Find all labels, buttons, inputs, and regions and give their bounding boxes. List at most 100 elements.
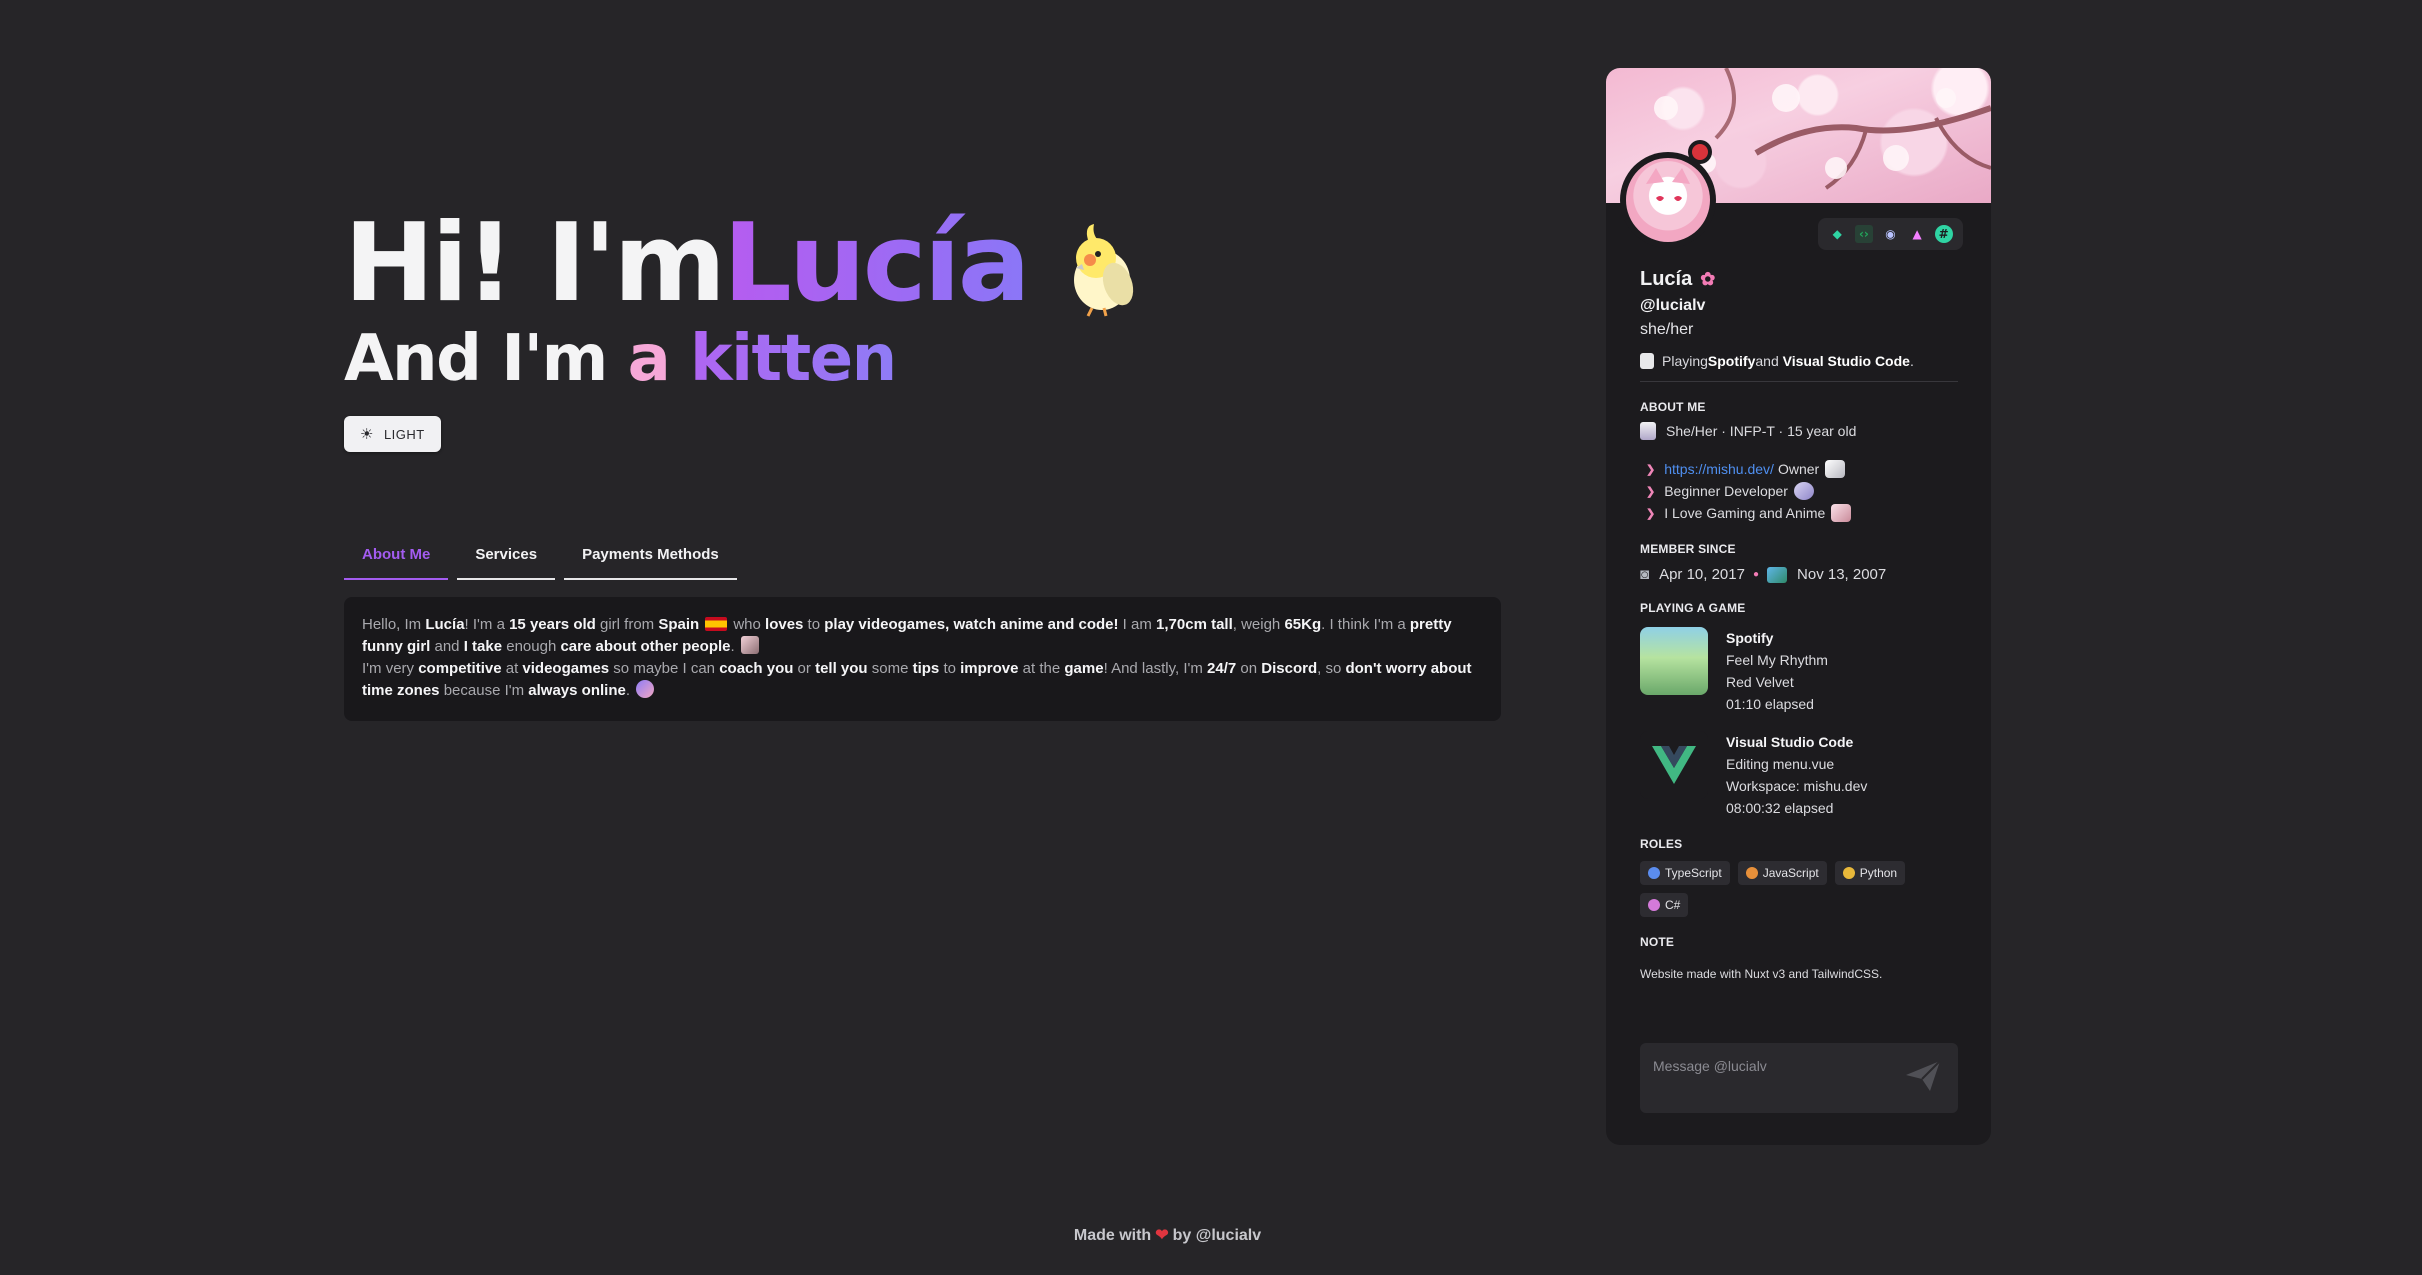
activity-spotify: Spotify Feel My Rhythm Red Velvet 01:10 … <box>1640 627 1958 715</box>
activity-text: . <box>1909 353 1914 369</box>
theme-toggle-button[interactable]: ☀ LIGHT <box>344 416 441 452</box>
activity-state: Red Velvet <box>1726 674 1794 690</box>
about-me-panel: Hello, Im Lucía! I'm a 15 years old girl… <box>344 597 1501 721</box>
about-text: , so <box>1317 660 1346 677</box>
about-text: enough <box>502 638 561 655</box>
about-line: She/Her · INFP-T · 15 year old <box>1640 422 1958 440</box>
chevron-right-icon: ❯ <box>1646 485 1656 498</box>
discord-logo-icon: ◙ <box>1640 566 1650 583</box>
avatar[interactable] <box>1620 152 1716 248</box>
activity-details: Visual Studio Code Editing menu.vue Work… <box>1726 731 1867 819</box>
about-text: 65Kg <box>1284 616 1322 633</box>
role-typescript: TypeScript <box>1640 861 1730 885</box>
about-text: play videogames, watch anime and code! <box>824 616 1119 633</box>
about-text: tell you <box>815 660 868 677</box>
about-text: game <box>1064 660 1104 677</box>
role-color-dot <box>1648 899 1660 911</box>
footer-author-link[interactable]: by @lucialv <box>1173 1227 1262 1244</box>
hero-subtitle: And I'm a kitten <box>344 323 1544 395</box>
note-title: NOTE <box>1640 935 1675 949</box>
nitro-icon[interactable]: ◉ <box>1881 225 1899 243</box>
about-text: I am <box>1118 616 1157 633</box>
message-placeholder: Message @lucialv <box>1653 1058 1767 1074</box>
laptop-cat-emoji-icon <box>1793 482 1814 500</box>
hypesquad-icon[interactable]: ◆ <box>1828 225 1846 243</box>
activity-detail: Feel My Rhythm <box>1726 652 1828 668</box>
theme-toggle-label: LIGHT <box>383 426 425 442</box>
about-text: always online <box>528 682 626 699</box>
tab-payments-methods[interactable]: Payments Methods <box>564 530 737 580</box>
about-text: and <box>430 638 464 655</box>
about-text: I'm very <box>362 660 419 677</box>
about-text: tips <box>912 660 940 677</box>
crown-cat-emoji-icon <box>1825 460 1846 478</box>
send-icon[interactable] <box>1904 1059 1942 1096</box>
list-item-text: Beginner Developer <box>1664 483 1788 499</box>
about-text: 15 years old <box>509 616 596 633</box>
username: @lucialv <box>1640 297 1706 314</box>
about-text: Spain <box>658 616 700 633</box>
active-developer-icon[interactable]: ‹› <box>1854 225 1873 243</box>
avatar-image <box>1626 158 1710 242</box>
chevron-right-icon: ❯ <box>1646 463 1656 476</box>
about-text: , weigh <box>1232 616 1285 633</box>
role-python: Python <box>1834 861 1906 885</box>
activity-name: Spotify <box>1726 630 1774 646</box>
cat-emoji-icon <box>740 636 759 654</box>
boost-triangle-icon[interactable]: ▲ <box>1908 225 1926 243</box>
list-item: ❯ Beginner Developer <box>1640 480 1958 502</box>
roles-list: TypeScript JavaScript Python C# <box>1640 861 1940 917</box>
activity-state: Workspace: mishu.dev <box>1726 778 1868 794</box>
role-name: JavaScript <box>1762 866 1819 880</box>
role-name: TypeScript <box>1665 866 1722 880</box>
pronouns: she/her <box>1640 321 1694 338</box>
about-text: to <box>803 616 825 633</box>
activity-name: Visual Studio Code <box>1726 734 1854 750</box>
activity-app: Spotify <box>1707 353 1756 369</box>
about-text: videogames <box>522 660 610 677</box>
about-text: ! And lastly, I'm <box>1103 660 1208 677</box>
unicorn-emoji-icon <box>1640 422 1656 440</box>
about-text: I take <box>463 638 503 655</box>
activity-text: and <box>1755 353 1779 369</box>
note-text[interactable]: Website made with Nuxt v3 and TailwindCS… <box>1640 967 1958 981</box>
tab-services[interactable]: Services <box>457 530 556 580</box>
heart-icon: ❤ <box>1155 1227 1169 1244</box>
discord-profile-card: ◆ ‹› ◉ ▲ # Lucía ✿ @lucialv she/her Play… <box>1606 68 1991 1145</box>
about-text: so maybe I can <box>609 660 720 677</box>
playing-title: PLAYING A GAME <box>1640 601 1746 615</box>
sun-icon: ☀ <box>360 426 374 443</box>
about-text: . I think I'm a <box>1321 616 1410 633</box>
about-text: because I'm <box>439 682 529 699</box>
status-dnd-indicator <box>1688 140 1712 164</box>
activity-text: Playing <box>1662 353 1708 369</box>
sleeping-cat-emoji-icon <box>636 680 654 698</box>
tab-bar: About Me Services Payments Methods <box>344 530 737 580</box>
about-line-text: She/Her · INFP-T · 15 year old <box>1666 423 1857 439</box>
website-link[interactable]: https://mishu.dev/ <box>1664 461 1774 477</box>
about-text: at <box>501 660 523 677</box>
footer-made-with: Made with <box>1073 1227 1152 1244</box>
tab-about-me[interactable]: About Me <box>344 530 449 580</box>
activity-elapsed: 01:10 elapsed <box>1726 696 1814 712</box>
vue-logo-icon <box>1640 731 1708 799</box>
about-text: on <box>1236 660 1262 677</box>
about-paragraph-1: Hello, Im Lucía! I'm a 15 years old girl… <box>362 614 1483 658</box>
list-item-text: I Love Gaming and Anime <box>1664 505 1826 521</box>
message-input[interactable]: Message @lucialv <box>1640 1043 1958 1113</box>
about-text: coach you <box>719 660 794 677</box>
list-item-text: Owner <box>1777 461 1820 477</box>
activity-vscode: Visual Studio Code Editing menu.vue Work… <box>1640 731 1958 819</box>
activity-summary: Playing Spotify and Visual Studio Code. <box>1640 353 1958 369</box>
quest-icon[interactable]: # <box>1934 225 1953 243</box>
spain-flag-icon <box>705 617 728 631</box>
about-text: competitive <box>418 660 502 677</box>
hero-a: a <box>627 322 691 396</box>
about-text: or <box>793 660 816 677</box>
activity-detail: Editing menu.vue <box>1726 756 1835 772</box>
role-name: Python <box>1859 866 1898 880</box>
hero-kitten: kitten <box>690 322 897 396</box>
about-text: at the <box>1018 660 1065 677</box>
list-item: ❯ I Love Gaming and Anime <box>1640 502 1958 524</box>
roles-title: ROLES <box>1640 837 1683 851</box>
